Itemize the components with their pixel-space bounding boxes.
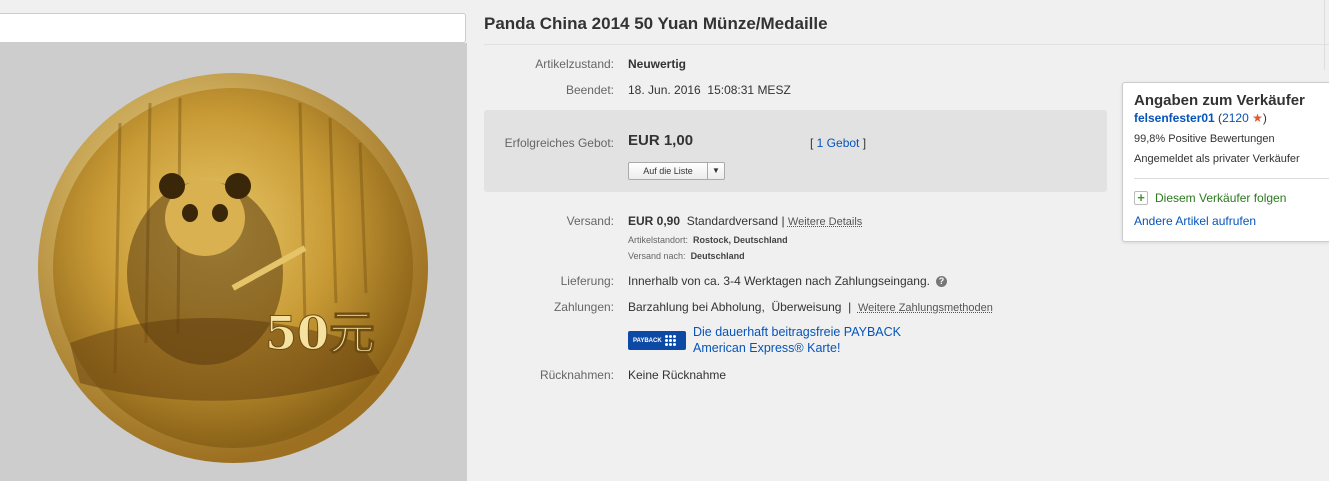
plus-icon[interactable]: +	[1134, 191, 1148, 205]
shipping-method: Standardversand	[687, 214, 778, 228]
bid-count: [ 1 Gebot ]	[810, 136, 866, 150]
seller-score-close: )	[1263, 111, 1267, 125]
watchlist-button-label[interactable]: Auf die Liste	[629, 163, 708, 179]
seller-registration: Angemeldet als privater Verkäufer	[1134, 153, 1300, 165]
payback-dots-icon	[665, 335, 676, 346]
listing-title: Panda China 2014 50 Yuan Münze/Medaille	[484, 14, 828, 34]
feedback-score-link[interactable]: 2120	[1222, 111, 1249, 125]
shipping-price: EUR 0,90	[628, 214, 680, 228]
returns-value: Keine Rücknahme	[628, 368, 726, 382]
winning-bid-panel	[484, 110, 1107, 192]
shipping-separator: |	[781, 214, 784, 228]
payments-separator: |	[848, 300, 851, 314]
ships-to: Versand nach: Deutschland	[628, 251, 745, 261]
bid-count-close-bracket: ]	[859, 136, 866, 150]
condition-value: Neuwertig	[628, 57, 686, 71]
payments-label: Zahlungen:	[484, 300, 614, 314]
delivery-label: Lieferung:	[484, 274, 614, 288]
ships-to-value: Deutschland	[691, 251, 745, 261]
positive-feedback: 99,8% Positive Bewertungen	[1134, 133, 1275, 145]
star-icon: ★	[1252, 111, 1263, 125]
bid-history-link[interactable]: 1 Gebot	[817, 136, 860, 150]
item-location-value: Rostock, Deutschland	[693, 235, 788, 245]
follow-seller-label[interactable]: Diesem Verkäufer folgen	[1155, 191, 1286, 205]
shipping-value: EUR 0,90 Standardversand | Weitere Detai…	[628, 214, 862, 228]
payments-text: Barzahlung bei Abholung, Überweisung	[628, 300, 841, 314]
seller-identity: felsenfester01 (2120 ★)	[1134, 111, 1267, 125]
coin-denomination: 50元	[265, 306, 375, 360]
payment-methods-link[interactable]: Weitere Zahlungsmethoden	[858, 302, 993, 314]
payback-logo[interactable]: PAYBACK	[628, 331, 686, 350]
returns-label: Rücknahmen:	[484, 368, 614, 382]
help-icon[interactable]: ?	[936, 276, 947, 287]
payments-value: Barzahlung bei Abholung, Überweisung | W…	[628, 300, 993, 314]
caret-down-icon[interactable]: ▼	[708, 163, 724, 179]
watchlist-button[interactable]: Auf die Liste ▼	[628, 162, 725, 180]
item-location: Artikelstandort: Rostock, Deutschland	[628, 235, 788, 245]
bid-label: Erfolgreiches Gebot:	[484, 136, 614, 150]
title-divider	[484, 44, 1329, 45]
ended-value: 18. Jun. 2016 15:08:31 MESZ	[628, 83, 791, 97]
payback-line-1[interactable]: Die dauerhaft beitragsfreie PAYBACK	[693, 324, 901, 340]
item-image[interactable]: 50元	[0, 43, 467, 481]
follow-seller-button[interactable]: + Diesem Verkäufer folgen	[1134, 191, 1286, 205]
seller-name-link[interactable]: felsenfester01	[1134, 111, 1215, 125]
seller-heading: Angaben zum Verkäufer	[1134, 92, 1305, 109]
condition-label: Artikelzustand:	[484, 57, 614, 71]
shipping-details-link[interactable]: Weitere Details	[788, 216, 862, 228]
other-items-link[interactable]: Andere Artikel aufrufen	[1134, 214, 1256, 228]
payback-line-2[interactable]: American Express® Karte!	[693, 340, 901, 356]
delivery-value: Innerhalb von ca. 3-4 Werktagen nach Zah…	[628, 274, 947, 288]
seller-score-open: (	[1215, 111, 1222, 125]
bid-count-open-bracket: [	[810, 136, 817, 150]
delivery-text: Innerhalb von ca. 3-4 Werktagen nach Zah…	[628, 274, 930, 288]
seller-divider	[1134, 178, 1329, 179]
item-location-label: Artikelstandort:	[628, 235, 688, 245]
image-header-bar	[0, 13, 466, 43]
seller-info-box: Angaben zum Verkäufer felsenfester01 (21…	[1122, 82, 1329, 242]
payback-promo-link[interactable]: Die dauerhaft beitragsfreie PAYBACK Amer…	[693, 324, 901, 356]
shipping-label: Versand:	[484, 214, 614, 228]
bid-amount: EUR 1,00	[628, 132, 693, 149]
page-edge	[1324, 0, 1325, 70]
payback-logo-text: PAYBACK	[633, 338, 662, 344]
ended-label: Beendet:	[484, 83, 614, 97]
ships-to-label: Versand nach:	[628, 251, 686, 261]
